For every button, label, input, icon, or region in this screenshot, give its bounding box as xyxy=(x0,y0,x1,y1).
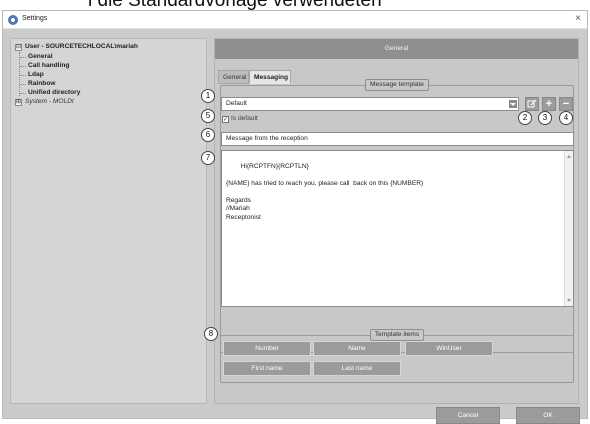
template-item-name[interactable]: Name xyxy=(313,341,401,356)
template-item-first-name[interactable]: First name xyxy=(223,361,311,376)
tab-messaging[interactable]: Messaging xyxy=(249,70,291,84)
dropdown-arrow-icon[interactable] xyxy=(509,100,517,108)
template-select-value: Default xyxy=(226,100,247,107)
panel-header: General xyxy=(215,39,578,59)
annotation-marker-8: 8 xyxy=(204,327,218,341)
tree-item-call-handling[interactable]: Call handling xyxy=(28,62,69,69)
scroll-down-arrow-icon[interactable] xyxy=(567,299,571,302)
settings-body: ⊟ User - SOURCETECHLOCAL\mariah General … xyxy=(3,29,587,424)
remove-template-button[interactable]: − xyxy=(559,97,573,111)
tree-connector xyxy=(20,84,26,85)
message-body-scrollbar[interactable] xyxy=(564,151,573,306)
tree-connector xyxy=(20,66,26,67)
message-template-label: Message template xyxy=(365,79,429,91)
template-select[interactable]: Default xyxy=(221,97,519,111)
tree-node-user[interactable]: User - SOURCETECHLOCAL\mariah xyxy=(25,43,138,50)
annotation-marker-3: 3 xyxy=(538,111,552,125)
annotation-marker-5: 5 xyxy=(201,109,215,123)
ok-button[interactable]: OK xyxy=(516,407,580,424)
cancel-button[interactable]: Cancel xyxy=(436,407,500,424)
title-bar: Settings × xyxy=(3,11,587,29)
is-default-label: Is default xyxy=(231,115,258,122)
template-item-last-name[interactable]: Last name xyxy=(313,361,401,376)
tree-item-rainbow[interactable]: Rainbow xyxy=(28,80,55,87)
message-body-field[interactable]: Hi{RCPTFN}{RCPTLN} {NAME} has tried to r… xyxy=(221,150,574,307)
tree-connector xyxy=(20,93,26,94)
subject-field[interactable]: Message from the reception xyxy=(221,132,574,146)
annotation-marker-1: 1 xyxy=(201,89,215,103)
is-default-checkbox[interactable]: ✓ xyxy=(222,116,229,123)
tree-connector xyxy=(20,57,26,58)
window-title: Settings xyxy=(22,15,48,22)
tree-item-ldap[interactable]: Ldap xyxy=(28,71,44,78)
annotation-marker-6: 6 xyxy=(201,128,215,142)
template-item-winuser[interactable]: WinUser xyxy=(405,341,493,356)
expand-system-expander-icon[interactable]: ⊞ xyxy=(15,99,22,106)
template-item-number[interactable]: Number xyxy=(223,341,311,356)
settings-gear-icon xyxy=(8,15,18,25)
add-template-button[interactable]: + xyxy=(542,97,556,111)
scroll-up-arrow-icon[interactable] xyxy=(567,155,571,158)
annotation-marker-7: 7 xyxy=(201,151,215,165)
tab-general[interactable]: General xyxy=(218,70,249,84)
annotation-marker-4: 4 xyxy=(559,111,573,125)
is-default-row[interactable]: ✓ Is default xyxy=(222,115,258,123)
message-body-text: Hi{RCPTFN}{RCPTLN} {NAME} has tried to r… xyxy=(226,162,424,221)
settings-tree: ⊟ User - SOURCETECHLOCAL\mariah General … xyxy=(10,38,207,404)
tree-item-unified-directory[interactable]: Unified directory xyxy=(28,89,80,96)
subject-field-value: Message from the reception xyxy=(226,135,308,142)
collapse-user-expander-icon[interactable]: ⊟ xyxy=(15,44,22,51)
edit-icon xyxy=(527,99,537,108)
settings-panel: General General Messaging Message templa… xyxy=(214,38,579,404)
tree-item-general[interactable]: General xyxy=(28,53,53,60)
tree-node-system[interactable]: System - MOLDI xyxy=(25,98,74,105)
annotation-marker-2: 2 xyxy=(518,111,532,125)
tree-connector xyxy=(20,75,26,76)
close-button[interactable]: × xyxy=(575,13,581,25)
template-items-label: Template items xyxy=(370,329,424,341)
edit-template-button[interactable] xyxy=(525,97,539,111)
tree-connector xyxy=(19,52,20,96)
settings-window: Settings × ⊟ User - SOURCETECHLOCAL\mari… xyxy=(2,10,588,424)
